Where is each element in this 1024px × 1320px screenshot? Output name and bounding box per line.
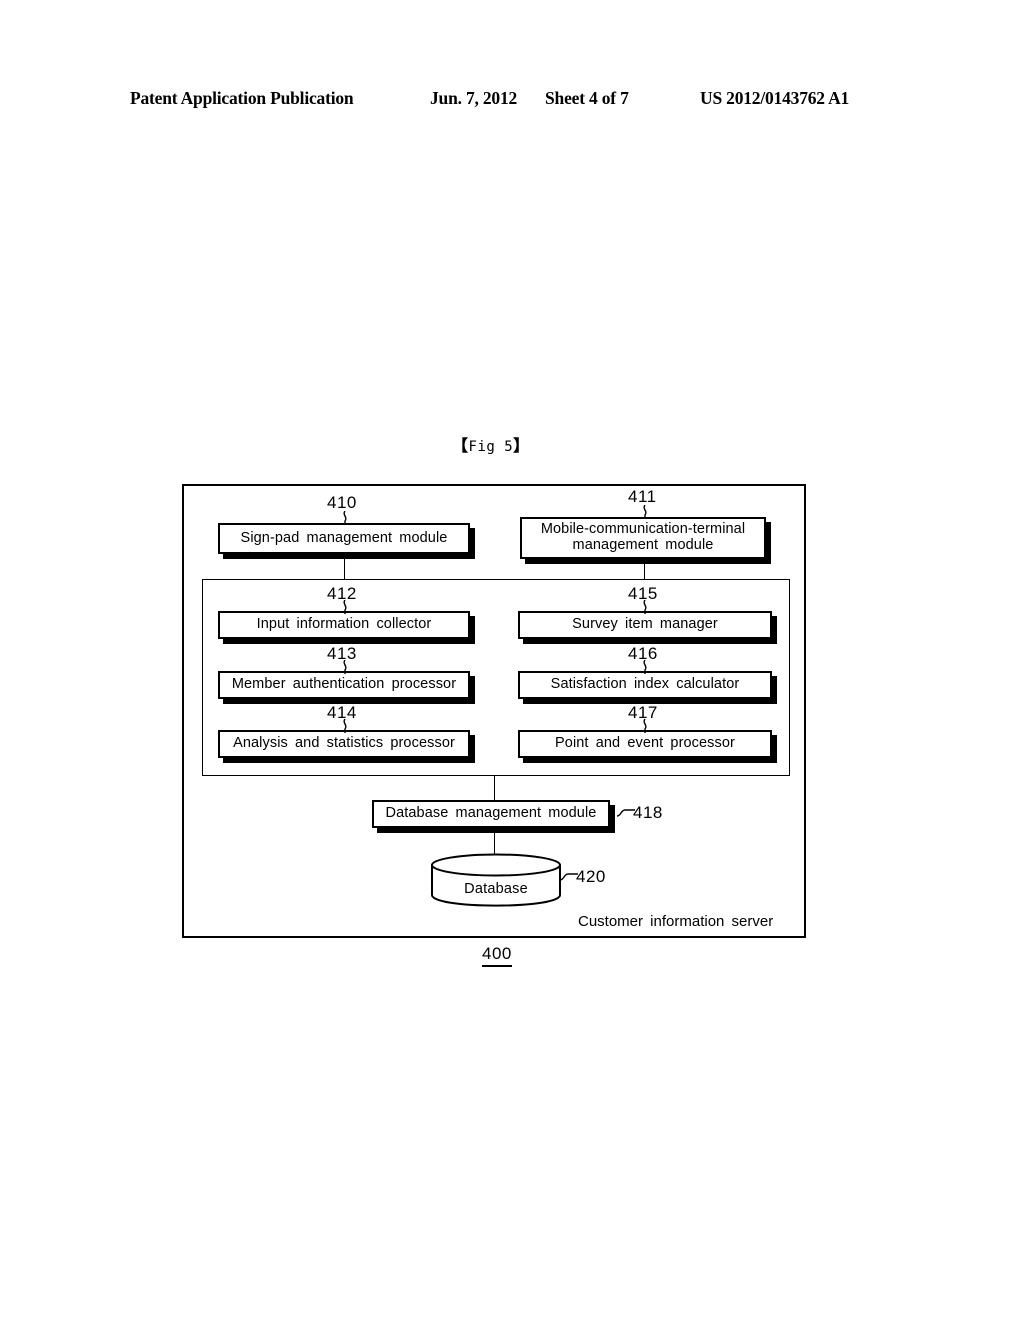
leader-line-416 <box>639 660 651 674</box>
leader-line-414 <box>339 719 351 733</box>
module-sign-pad-management[interactable]: Sign-pad management module <box>218 523 470 554</box>
module-sign-pad-management-label: Sign-pad management module <box>240 529 448 546</box>
database-cylinder-shape <box>431 853 561 907</box>
leader-line-417 <box>639 719 651 733</box>
module-satisfaction-index-calculator-label: Satisfaction index calculator <box>550 676 740 693</box>
module-input-information-collector-label: Input information collector <box>256 616 432 633</box>
database-cylinder-label: Database <box>464 881 528 897</box>
reference-numeral-411: 411 <box>628 487 657 506</box>
module-member-authentication-processor[interactable]: Member authentication processor <box>218 671 470 699</box>
leader-line-410 <box>339 511 351 525</box>
figure-reference-numeral-400: 400 <box>482 944 512 967</box>
figure-caption: 【Fig 5】 <box>452 432 530 456</box>
leader-line-411 <box>639 505 651 519</box>
module-survey-item-manager-label: Survey item manager <box>572 616 718 633</box>
reference-numeral-420: 420 <box>576 867 606 886</box>
customer-information-server-label: Customer information server <box>578 913 774 930</box>
leader-line-415 <box>639 600 651 614</box>
page-header: Patent Application Publication Jun. 7, 2… <box>130 88 890 110</box>
module-survey-item-manager[interactable]: Survey item manager <box>518 611 772 639</box>
header-patent-number: US 2012/0143762 A1 <box>700 88 850 108</box>
module-analysis-and-statistics-processor[interactable]: Analysis and statistics processor <box>218 730 470 758</box>
leader-line-412 <box>339 600 351 614</box>
connector-411-to-group <box>644 564 645 580</box>
leader-line-420 <box>559 870 578 881</box>
module-mobile-communication-terminal-management-label: Mobile-communication-terminal management… <box>540 521 746 553</box>
module-database-management[interactable]: Database management module <box>372 800 610 828</box>
database-cylinder[interactable]: Database <box>430 853 562 907</box>
module-member-authentication-processor-label: Member authentication processor <box>231 676 457 693</box>
connector-418-to-database <box>494 828 495 856</box>
header-publication-text: Patent Application Publication <box>130 88 354 108</box>
module-point-and-event-processor[interactable]: Point and event processor <box>518 730 772 758</box>
module-analysis-and-statistics-processor-label: Analysis and statistics processor <box>233 735 455 752</box>
module-satisfaction-index-calculator[interactable]: Satisfaction index calculator <box>518 671 772 699</box>
leader-line-418 <box>616 806 635 817</box>
header-date-text: Jun. 7, 2012 <box>430 88 518 108</box>
reference-numeral-418: 418 <box>633 803 663 822</box>
figure-caption-text: Fig 5 <box>468 439 514 455</box>
figure-caption-open-bracket: 【 <box>452 436 469 455</box>
header-sheet-text: Sheet 4 of 7 <box>545 88 629 108</box>
module-point-and-event-processor-label: Point and event processor <box>555 735 735 752</box>
reference-numeral-410: 410 <box>327 493 357 512</box>
connector-group-to-418 <box>494 776 495 801</box>
module-mobile-communication-terminal-management[interactable]: Mobile-communication-terminal management… <box>520 517 766 559</box>
leader-line-413 <box>339 660 351 674</box>
figure-caption-close-bracket: 】 <box>513 436 530 455</box>
module-input-information-collector[interactable]: Input information collector <box>218 611 470 639</box>
connector-410-to-group <box>344 559 345 580</box>
module-database-management-label: Database management module <box>385 805 597 822</box>
